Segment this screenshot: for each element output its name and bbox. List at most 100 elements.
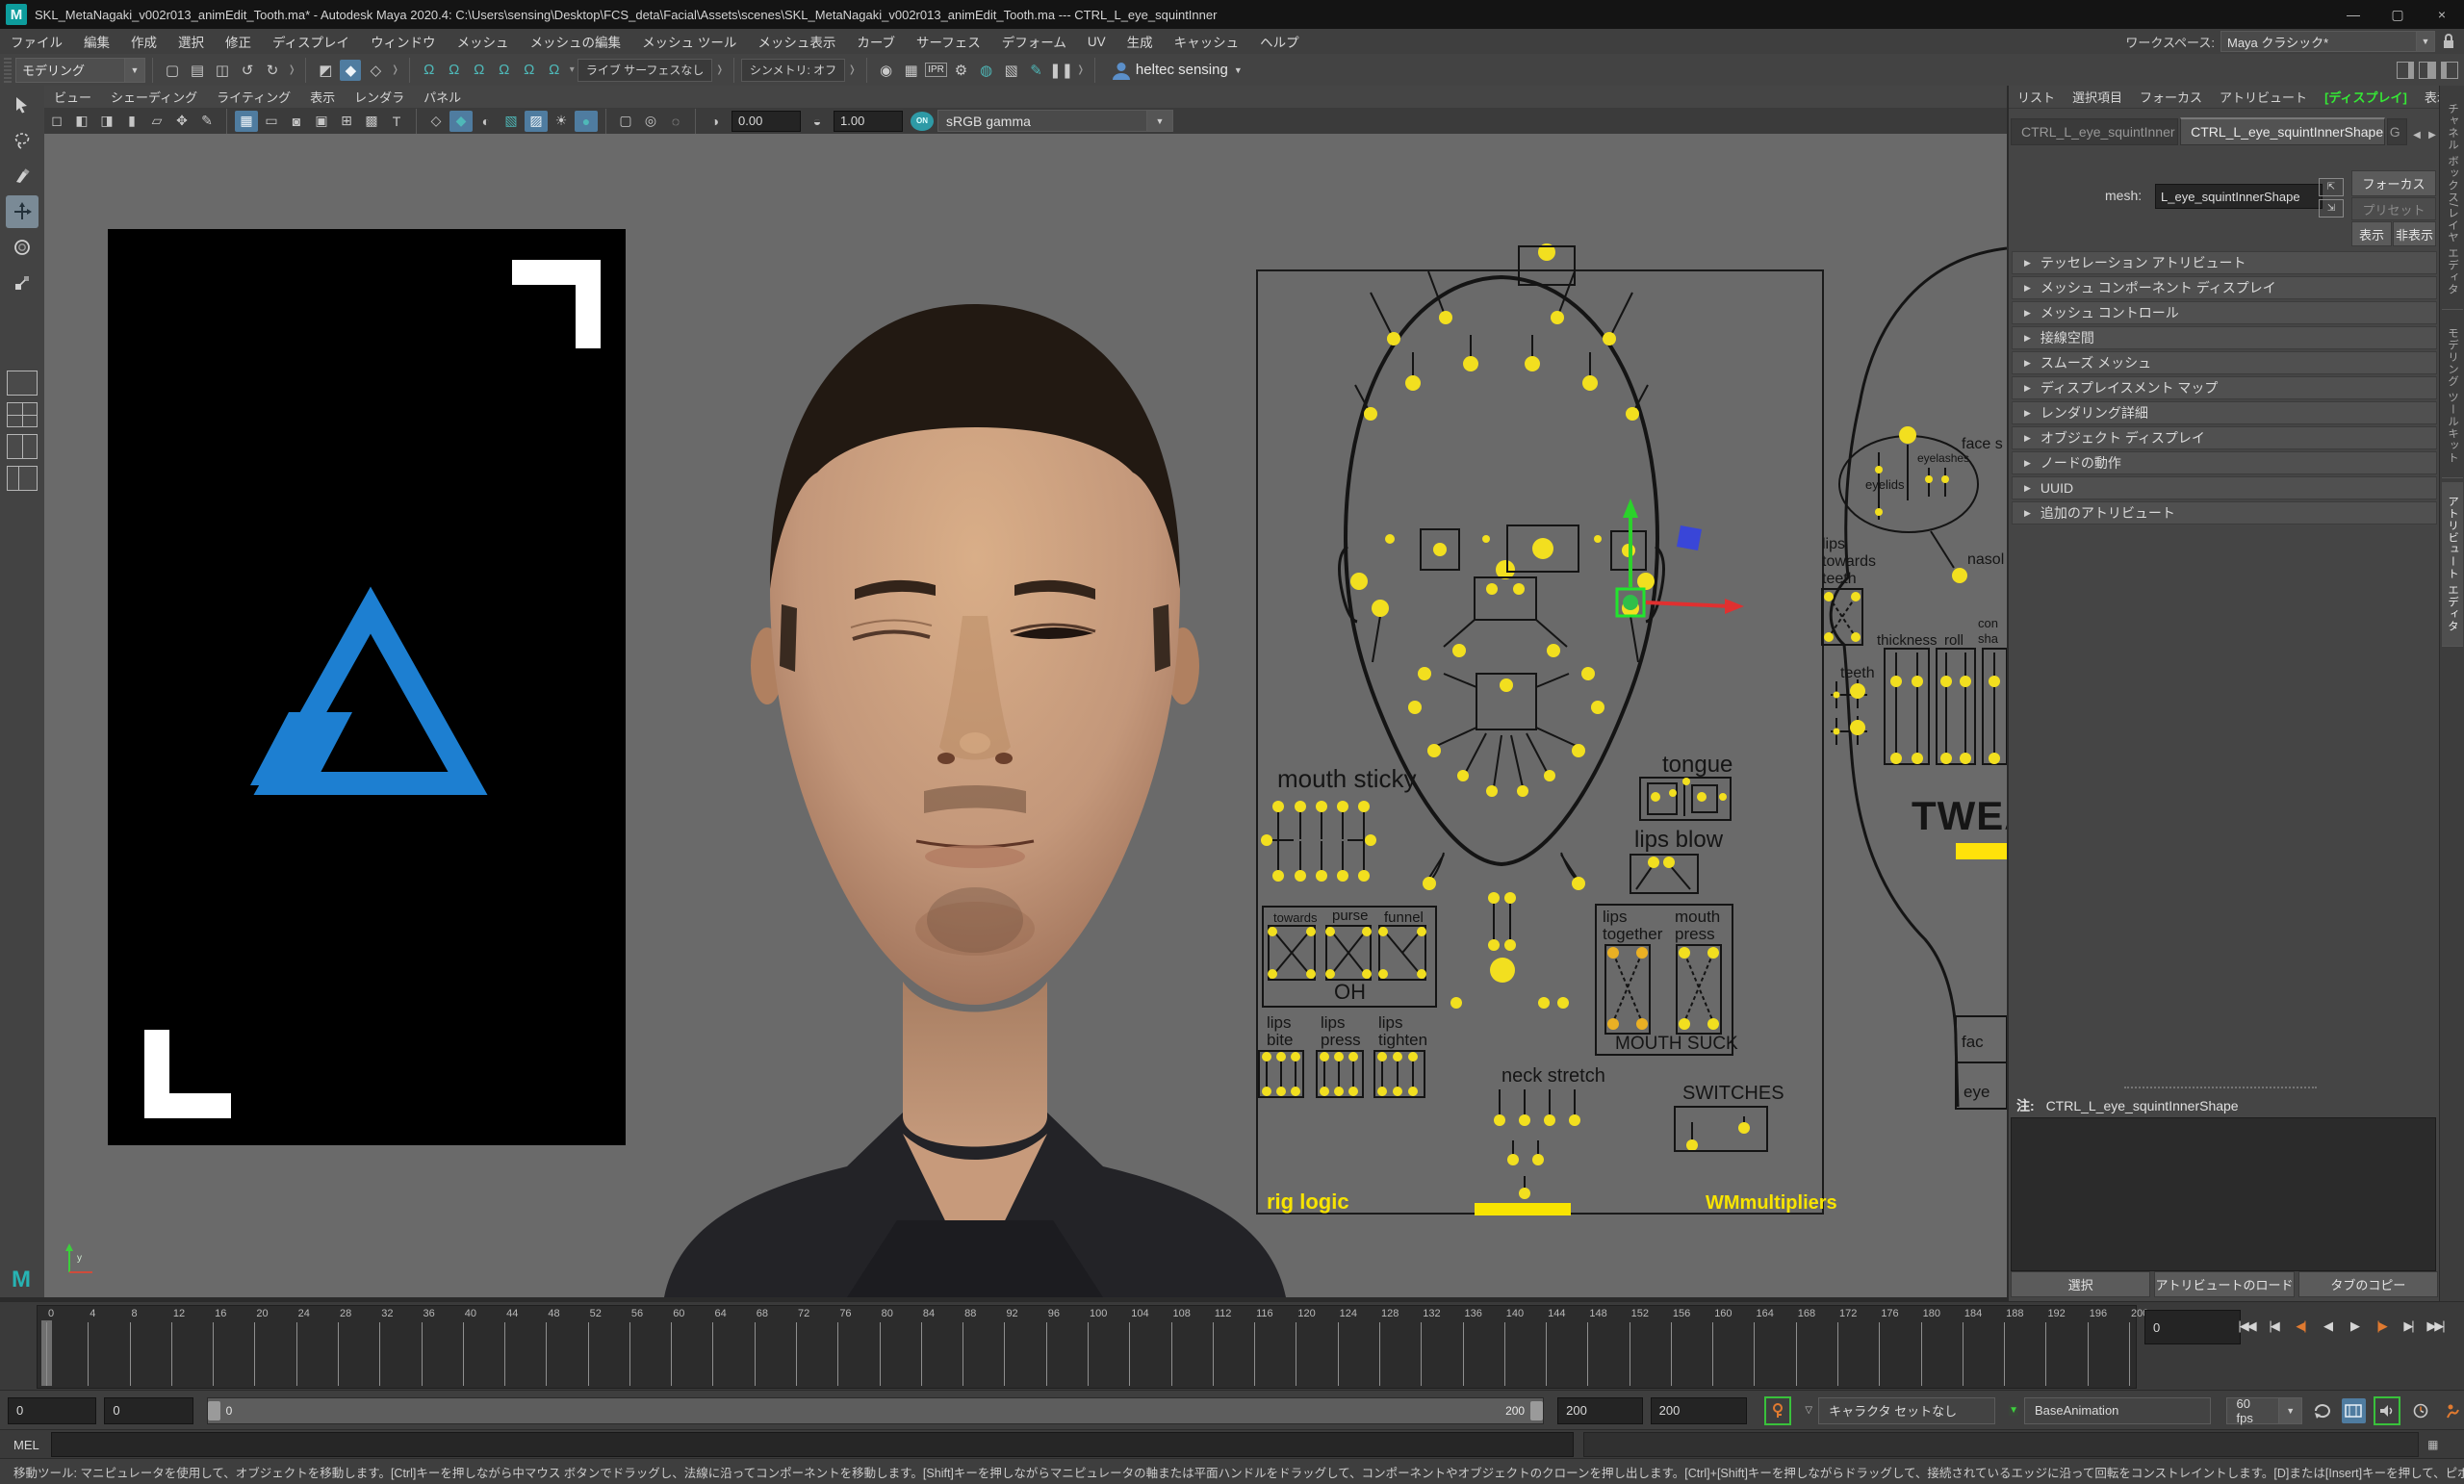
xray-joints-icon[interactable]: ◌ bbox=[664, 111, 687, 132]
tab-modeling-toolkit[interactable]: モデリング ツールキット bbox=[2442, 314, 2463, 478]
layout-single-pane-button[interactable] bbox=[7, 371, 38, 396]
select-tool-icon[interactable] bbox=[6, 89, 38, 121]
hide-button[interactable]: 非表示 bbox=[2393, 221, 2436, 246]
screen-space-ao-icon[interactable]: ● bbox=[575, 111, 598, 132]
paint-select-tool-icon[interactable] bbox=[6, 160, 38, 192]
loop-playback-icon[interactable] bbox=[2310, 1398, 2334, 1423]
tab-ctrl-l-eye-squintinner[interactable]: CTRL_L_eye_squintInner bbox=[2011, 118, 2178, 145]
statusline-grip[interactable] bbox=[4, 58, 12, 83]
pause-viewport-icon[interactable]: ❚❚ bbox=[1051, 60, 1072, 81]
timeline-tick[interactable]: 176 bbox=[1879, 1322, 1880, 1386]
timeline-tick[interactable]: 196 bbox=[2088, 1322, 2089, 1386]
timeline-tick[interactable]: 80 bbox=[880, 1322, 881, 1386]
toggle-sidebar-icon-3[interactable] bbox=[2441, 62, 2458, 79]
show-button[interactable]: 表示 bbox=[2351, 221, 2392, 246]
select-button[interactable]: 選択 bbox=[2011, 1271, 2150, 1297]
load-attributes-button[interactable]: アトリビュートのロード bbox=[2154, 1271, 2294, 1297]
scale-tool-icon[interactable] bbox=[6, 267, 38, 299]
select-object-icon[interactable]: ◆ bbox=[340, 60, 361, 81]
range-start-handle[interactable] bbox=[208, 1401, 220, 1420]
tab-scroll-left-icon[interactable]: ◀ bbox=[2409, 124, 2425, 145]
time-editor-icon[interactable] bbox=[2342, 1398, 2366, 1423]
open-scene-icon[interactable]: ▤ bbox=[187, 60, 208, 81]
timeline-tick[interactable]: 200 bbox=[2129, 1322, 2130, 1386]
wireframe-icon[interactable]: ◇ bbox=[424, 111, 448, 132]
menu-windows[interactable]: ウィンドウ bbox=[360, 32, 447, 51]
menu-surfaces[interactable]: サーフェス bbox=[906, 32, 991, 51]
use-all-lights-icon[interactable]: ▨ bbox=[525, 111, 548, 132]
section-extra-attributes[interactable]: ▶追加のアトリビュート bbox=[2012, 501, 2437, 525]
viewport-canvas[interactable]: mouth sticky towards purse funnel bbox=[44, 134, 2007, 1297]
notes-textarea[interactable] bbox=[2011, 1117, 2436, 1271]
timeline-tick[interactable]: 172 bbox=[1837, 1322, 1838, 1386]
presets-button[interactable]: プリセット bbox=[2351, 197, 2436, 220]
character-set-dropdown-icon[interactable]: ▽ bbox=[1805, 1405, 1812, 1416]
timeline-tick[interactable]: 52 bbox=[588, 1322, 589, 1386]
timeline-tick[interactable]: 84 bbox=[921, 1322, 922, 1386]
menu-mesh[interactable]: メッシュ bbox=[447, 32, 520, 51]
timeline-tick[interactable]: 124 bbox=[1338, 1322, 1339, 1386]
section-uuid[interactable]: ▶UUID bbox=[2012, 476, 2437, 499]
timeline-tick[interactable]: 144 bbox=[1546, 1322, 1547, 1386]
rig-group-lips-bpt[interactable]: lips bite lips press lips tighten bbox=[1259, 1013, 1427, 1097]
exposure-field[interactable]: 0.00 bbox=[732, 111, 801, 132]
light-editor-icon[interactable]: ▧ bbox=[1001, 60, 1022, 81]
menu-mesh-display[interactable]: メッシュ表示 bbox=[747, 32, 846, 51]
section-smooth-mesh[interactable]: ▶スムーズ メッシュ bbox=[2012, 351, 2437, 374]
film-gate-icon[interactable]: ▭ bbox=[260, 111, 283, 132]
render-view-icon[interactable]: ◉ bbox=[876, 60, 897, 81]
character-set-field[interactable]: キャラクタ セットなし bbox=[1818, 1397, 1995, 1424]
swap-input-icon[interactable]: ⇱ bbox=[2319, 178, 2344, 196]
minimize-button[interactable]: — bbox=[2331, 0, 2375, 29]
rotate-tool-icon[interactable] bbox=[6, 231, 38, 264]
timeline-tick[interactable]: 92 bbox=[1004, 1322, 1005, 1386]
notes-splitter[interactable] bbox=[2124, 1087, 2317, 1088]
hypershade-icon[interactable]: ◍ bbox=[976, 60, 997, 81]
menu-display[interactable]: ディスプレイ bbox=[262, 32, 360, 51]
view-transform-arrow-icon[interactable]: ▼ bbox=[1147, 110, 1173, 132]
shaded-icon[interactable]: ◆ bbox=[449, 111, 473, 132]
close-button[interactable]: × bbox=[2420, 0, 2464, 29]
timeline-tick[interactable]: 148 bbox=[1587, 1322, 1588, 1386]
gate-mask-icon[interactable]: ▣ bbox=[310, 111, 333, 132]
mel-label[interactable]: MEL bbox=[13, 1438, 39, 1452]
bookmark-icon[interactable]: ▮ bbox=[120, 111, 143, 132]
rig-group-mouth-suck[interactable]: lips together mouth press MOUTH SUCK bbox=[1596, 905, 1738, 1055]
menu-curves[interactable]: カーブ bbox=[846, 32, 906, 51]
section-tangent-space[interactable]: ▶接線空間 bbox=[2012, 326, 2437, 349]
new-scene-icon[interactable]: ▢ bbox=[162, 60, 183, 81]
mel-input[interactable] bbox=[51, 1432, 1574, 1457]
step-forward-frame-button[interactable]: ▶| bbox=[2395, 1310, 2422, 1343]
tab-scroll-right-icon[interactable]: ▶ bbox=[2425, 124, 2440, 145]
panel-menu-show[interactable]: 表示 bbox=[300, 88, 345, 106]
isolate-select-icon[interactable]: ▢ bbox=[614, 111, 637, 132]
section-mesh-controls[interactable]: ▶メッシュ コントロール bbox=[2012, 301, 2437, 324]
paint-effects-icon[interactable]: ✎ bbox=[1026, 60, 1047, 81]
maximize-button[interactable]: ▢ bbox=[2375, 0, 2420, 29]
range-end-handle[interactable] bbox=[1530, 1401, 1543, 1420]
wireframe-on-shaded-icon[interactable]: ◐ bbox=[475, 111, 498, 132]
timeline-tick[interactable]: 88 bbox=[962, 1322, 963, 1386]
snap-curve-icon[interactable]: Ω bbox=[444, 60, 465, 81]
image-plane-icon[interactable]: ▱ bbox=[145, 111, 168, 132]
view-transform-select[interactable]: sRGB gamma bbox=[937, 110, 1147, 132]
layout-two-pane-button[interactable] bbox=[7, 434, 38, 459]
timeline-tick[interactable]: 104 bbox=[1129, 1322, 1130, 1386]
go-to-start-button[interactable]: |◀◀ bbox=[2233, 1310, 2260, 1343]
section-render-stats[interactable]: ▶レンダリング詳細 bbox=[2012, 401, 2437, 424]
timeline-tick[interactable]: 132 bbox=[1421, 1322, 1422, 1386]
layout-persp-outliner-button[interactable] bbox=[7, 466, 38, 491]
current-frame-field[interactable]: 0 bbox=[2144, 1310, 2241, 1344]
panel-menu-renderer[interactable]: レンダラ bbox=[345, 88, 414, 106]
timeline-tick[interactable]: 72 bbox=[796, 1322, 797, 1386]
contrast-field[interactable]: 1.00 bbox=[834, 111, 903, 132]
menu-modify[interactable]: 修正 bbox=[215, 32, 262, 51]
manipulator-plane-handle[interactable] bbox=[1677, 525, 1702, 550]
timeline-tick[interactable]: 160 bbox=[1712, 1322, 1713, 1386]
menu-select[interactable]: 選択 bbox=[167, 32, 215, 51]
rig-tweakers-board[interactable]: eyelids eyelashes face s nasol lips towa… bbox=[1822, 248, 2007, 1109]
timeline-tick[interactable]: 112 bbox=[1213, 1322, 1214, 1386]
timeline-tick[interactable]: 128 bbox=[1379, 1322, 1380, 1386]
menu-mesh-tools[interactable]: メッシュ ツール bbox=[631, 32, 747, 51]
2d-pan-zoom-icon[interactable]: ✥ bbox=[170, 111, 193, 132]
